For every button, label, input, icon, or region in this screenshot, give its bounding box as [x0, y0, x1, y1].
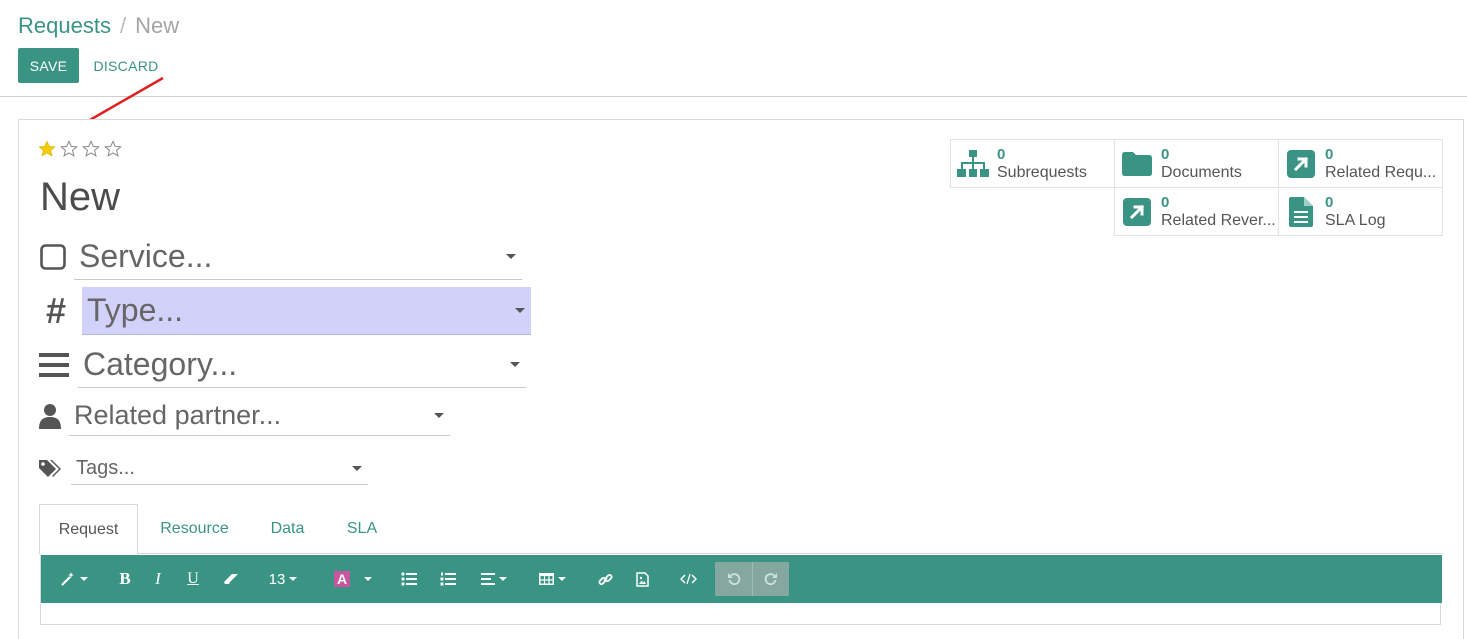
bars-icon [38, 342, 70, 388]
undo-button[interactable] [715, 562, 752, 596]
breadcrumb-requests-link[interactable]: Requests [18, 13, 111, 38]
discard-button[interactable]: DISCARD [86, 48, 166, 83]
service-field-row: Service... [38, 234, 522, 280]
control-panel: Requests / New SAVE DISCARD [0, 0, 1467, 97]
eraser-button[interactable] [219, 555, 245, 603]
paragraph-align-dropdown[interactable] [477, 555, 511, 603]
smart-buttons: 0 Subrequests 0 Documents 0 Related Requ...… [950, 139, 1443, 238]
sitemap-icon [951, 139, 995, 188]
sla-log-button[interactable]: 0 SLA Log [1278, 187, 1443, 236]
font-size-value: 13 [268, 570, 286, 588]
link-button[interactable] [593, 555, 617, 603]
type-dropdown-icon[interactable] [515, 308, 525, 313]
priority-star-1-icon[interactable] [38, 140, 56, 158]
sla-log-label: SLA Log [1325, 211, 1386, 229]
subrequests-label: Subrequests [997, 163, 1087, 181]
table-dropdown[interactable] [535, 555, 569, 603]
font-size-dropdown[interactable]: 13 [261, 555, 305, 603]
link-icon [598, 573, 612, 585]
notebook-tabs: Request Resource Data SLA [39, 504, 1441, 555]
related-reverse-count: 0 [1161, 193, 1170, 211]
related-requests-button[interactable]: 0 Related Requ... [1278, 139, 1443, 188]
text-color-icon: A [334, 571, 350, 587]
table-icon [538, 573, 554, 585]
breadcrumb-current: New [135, 13, 180, 38]
priority-star-2-icon[interactable] [60, 140, 78, 158]
documents-count: 0 [1161, 145, 1170, 163]
service-input[interactable]: Service... [74, 234, 522, 280]
color-dropdown[interactable]: A [327, 555, 379, 603]
subrequests-button[interactable]: 0 Subrequests [950, 139, 1115, 188]
tags-icon [38, 452, 64, 485]
type-placeholder: Type... [87, 292, 184, 328]
image-icon [635, 571, 649, 587]
documents-label: Documents [1161, 163, 1242, 181]
external-link-icon [1279, 139, 1323, 188]
align-left-icon [481, 573, 495, 585]
code-view-button[interactable] [675, 555, 701, 603]
numbered-list-icon [440, 572, 456, 586]
bullet-list-button[interactable] [398, 555, 420, 603]
image-button[interactable] [631, 555, 653, 603]
breadcrumb-separator: / [119, 13, 127, 38]
category-field-row: Category... [38, 342, 526, 388]
italic-button[interactable]: I [146, 555, 170, 603]
tags-dropdown-icon[interactable] [352, 465, 362, 471]
related-partner-input[interactable]: Related partner... [69, 396, 450, 436]
style-magic-dropdown[interactable] [53, 555, 95, 603]
eraser-icon [224, 574, 238, 584]
breadcrumb: Requests / New [18, 13, 179, 39]
undo-icon [727, 573, 740, 586]
magic-wand-icon [61, 572, 74, 586]
related-reverse-button[interactable]: 0 Related Rever... [1114, 187, 1279, 236]
save-button[interactable]: SAVE [18, 48, 79, 83]
tags-placeholder: Tags... [76, 456, 135, 479]
tab-resource[interactable]: Resource [147, 504, 242, 554]
bold-button[interactable]: B [113, 555, 137, 603]
redo-icon [764, 573, 777, 586]
related-requests-count: 0 [1325, 145, 1334, 163]
priority-widget [38, 140, 122, 158]
type-field-row: # Type... [38, 287, 531, 335]
tab-request[interactable]: Request [39, 504, 138, 555]
tab-data[interactable]: Data [251, 504, 324, 554]
priority-star-4-icon[interactable] [104, 140, 122, 158]
partner-field-row: Related partner... [38, 396, 450, 436]
code-icon [679, 573, 697, 585]
hash-icon: # [45, 290, 67, 331]
related-partner-placeholder: Related partner... [74, 400, 282, 430]
tags-field-row: Tags... [38, 452, 368, 485]
service-dropdown-icon[interactable] [506, 254, 516, 259]
related-requests-label: Related Requ... [1325, 163, 1437, 181]
related-reverse-label: Related Rever... [1161, 211, 1276, 229]
type-input[interactable]: Type... [82, 287, 531, 335]
record-title: New [40, 175, 121, 219]
related-partner-dropdown-icon[interactable] [434, 413, 444, 418]
user-icon [38, 396, 62, 436]
redo-button[interactable] [752, 562, 789, 596]
service-placeholder: Service... [79, 238, 213, 274]
bullet-list-icon [401, 572, 417, 586]
external-link-icon [1115, 187, 1159, 236]
category-dropdown-icon[interactable] [510, 362, 520, 367]
folder-icon [1115, 139, 1159, 188]
documents-button[interactable]: 0 Documents [1114, 139, 1279, 188]
square-outline-icon [38, 234, 68, 280]
html-editor: B I U 13 A [40, 555, 1442, 625]
tab-sla[interactable]: SLA [332, 504, 392, 554]
history-group [715, 562, 789, 596]
category-placeholder: Category... [83, 346, 238, 382]
category-input[interactable]: Category... [78, 342, 526, 388]
sla-log-count: 0 [1325, 193, 1334, 211]
numbered-list-button[interactable] [437, 555, 459, 603]
underline-button[interactable]: U [181, 555, 205, 603]
file-text-icon [1279, 187, 1323, 236]
tags-input[interactable]: Tags... [71, 452, 368, 485]
editor-toolbar: B I U 13 A [41, 555, 1442, 603]
subrequests-count: 0 [997, 145, 1006, 163]
priority-star-3-icon[interactable] [82, 140, 100, 158]
